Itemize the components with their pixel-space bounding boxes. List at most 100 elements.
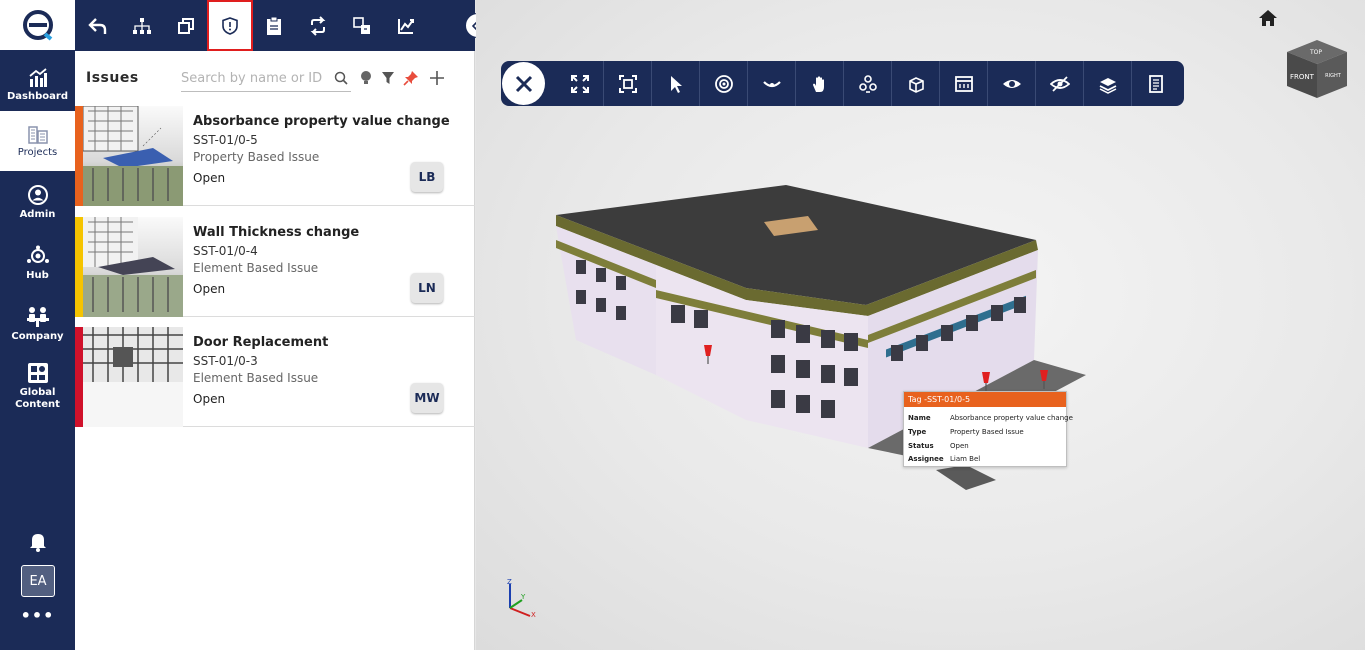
search-icon[interactable]	[333, 70, 349, 86]
notifications-bell[interactable]	[27, 530, 49, 552]
nav-company[interactable]: Company	[0, 294, 75, 354]
tooltip-value: Property Based Issue	[950, 428, 1024, 436]
tooltip-key: Assignee	[908, 455, 944, 463]
pin-icon[interactable]	[403, 70, 419, 86]
filter-icon[interactable]	[380, 70, 396, 86]
hierarchy-button[interactable]	[119, 0, 165, 51]
assignee-badge[interactable]: LB	[411, 162, 443, 192]
issue-type: Element Based Issue	[193, 261, 319, 275]
layers-button[interactable]	[1084, 61, 1132, 106]
section-plane-button[interactable]	[940, 61, 988, 106]
analytics-button[interactable]	[383, 0, 429, 51]
lightbulb-icon[interactable]	[358, 70, 374, 86]
viewcube-right-label: RIGHT	[1325, 73, 1342, 79]
priority-bar	[75, 327, 83, 427]
hide-button[interactable]	[1036, 61, 1084, 106]
nav-global-content[interactable]: Global Content	[0, 355, 75, 417]
user-circle-icon	[27, 184, 48, 205]
axis-y-label: Y	[520, 593, 526, 601]
explode-button[interactable]	[844, 61, 892, 106]
issue-title: Absorbance property value change	[193, 114, 450, 129]
fit-view-button[interactable]	[604, 61, 652, 106]
hand-icon	[812, 75, 824, 92]
eye-icon	[1002, 79, 1021, 88]
nav-projects[interactable]: Projects	[0, 111, 75, 171]
issue-row[interactable]: Absorbance property value change SST-01/…	[75, 106, 475, 206]
copy-button[interactable]	[163, 0, 209, 51]
cube-icon	[908, 76, 924, 93]
shield-icon	[222, 16, 238, 35]
issue-status: Open	[193, 282, 226, 296]
properties-button[interactable]	[1132, 61, 1180, 106]
close-viewer-button[interactable]	[502, 62, 545, 105]
layers-eye-icon	[1099, 77, 1116, 94]
home-icon[interactable]	[1258, 9, 1278, 27]
show-button[interactable]	[988, 61, 1036, 106]
nav-dashboard-label: Dashboard	[7, 90, 68, 102]
nav-dashboard[interactable]: Dashboard	[0, 55, 75, 115]
report-chart-icon	[398, 18, 414, 34]
global-content-icon	[27, 362, 48, 383]
view-cube[interactable]: TOP FRONT RIGHT	[1282, 32, 1352, 102]
building-icon	[27, 125, 48, 144]
axis-z-label: Z	[507, 578, 512, 586]
walk-button[interactable]	[748, 61, 796, 106]
tooltip-row: Assignee Liam Bel	[908, 455, 980, 463]
fit-frame-icon	[618, 74, 637, 93]
viewer-toolbar	[501, 61, 1184, 106]
bell-icon	[30, 534, 46, 552]
issue-row[interactable]: Wall Thickness change SST-01/0-4 Element…	[75, 217, 475, 317]
nav-hub-label: Hub	[26, 269, 49, 281]
nav-admin[interactable]: Admin	[0, 172, 75, 232]
assignee-badge[interactable]: MW	[411, 383, 443, 413]
pan-button[interactable]	[796, 61, 844, 106]
issue-row[interactable]: Door Replacement SST-01/0-3 Element Base…	[75, 327, 475, 427]
issue-thumbnail	[83, 327, 183, 427]
user-avatar[interactable]: EA	[21, 565, 55, 597]
tooltip-value: Absorbance property value change	[950, 414, 1073, 422]
issue-tooltip: Tag -SST-01/0-5 Name Absorbance property …	[903, 391, 1073, 467]
add-issue-icon[interactable]	[429, 70, 445, 86]
nav-hub[interactable]: Hub	[0, 233, 75, 293]
issue-id: SST-01/0-4	[193, 244, 258, 258]
search-input[interactable]	[181, 66, 351, 92]
document-icon	[1149, 74, 1163, 93]
model-viewer[interactable]: TOP FRONT RIGHT Tag -SST-01/0-5 Name Abs…	[476, 0, 1365, 650]
back-button[interactable]	[75, 0, 121, 51]
issue-thumbnail	[83, 106, 183, 206]
orbit-button[interactable]	[700, 61, 748, 106]
tooltip-row: Type Property Based Issue	[908, 428, 1024, 436]
rfi-button[interactable]	[251, 0, 297, 51]
tooltip-row: Name Absorbance property value change	[908, 414, 1073, 422]
cubes-icon	[858, 74, 877, 93]
axis-x-label: X	[531, 611, 536, 619]
tooltip-key: Type	[908, 428, 927, 436]
issues-panel: Issues Absorbance property value change	[75, 51, 475, 650]
compare-button[interactable]	[339, 0, 385, 51]
nav-global-content-label: Global Content	[15, 386, 60, 410]
priority-bar	[75, 217, 83, 317]
priority-bar	[75, 106, 83, 206]
left-navigation: Dashboard Projects Admin Hub Company Glo…	[0, 0, 75, 650]
issue-thumbnail	[83, 217, 183, 317]
issue-type: Property Based Issue	[193, 150, 320, 164]
expand-icon	[570, 74, 589, 93]
issues-tab-button[interactable]	[207, 0, 253, 51]
fullscreen-button[interactable]	[556, 61, 604, 106]
cursor-icon	[670, 75, 682, 93]
panel-toolbar	[75, 0, 475, 51]
section-plane-icon	[954, 75, 973, 92]
sync-button[interactable]	[295, 0, 341, 51]
compare-icon	[353, 16, 370, 34]
assignee-badge[interactable]: LN	[411, 273, 443, 303]
app-logo[interactable]	[0, 0, 75, 50]
section-box-button[interactable]	[892, 61, 940, 106]
chart-icon	[28, 67, 47, 87]
undo-arrow-icon	[88, 17, 107, 34]
more-menu[interactable]: •••	[0, 606, 75, 625]
look-icon	[762, 80, 781, 87]
select-button[interactable]	[652, 61, 700, 106]
tooltip-key: Status	[908, 442, 934, 450]
hub-icon	[26, 245, 49, 263]
copy-icon	[178, 17, 194, 34]
